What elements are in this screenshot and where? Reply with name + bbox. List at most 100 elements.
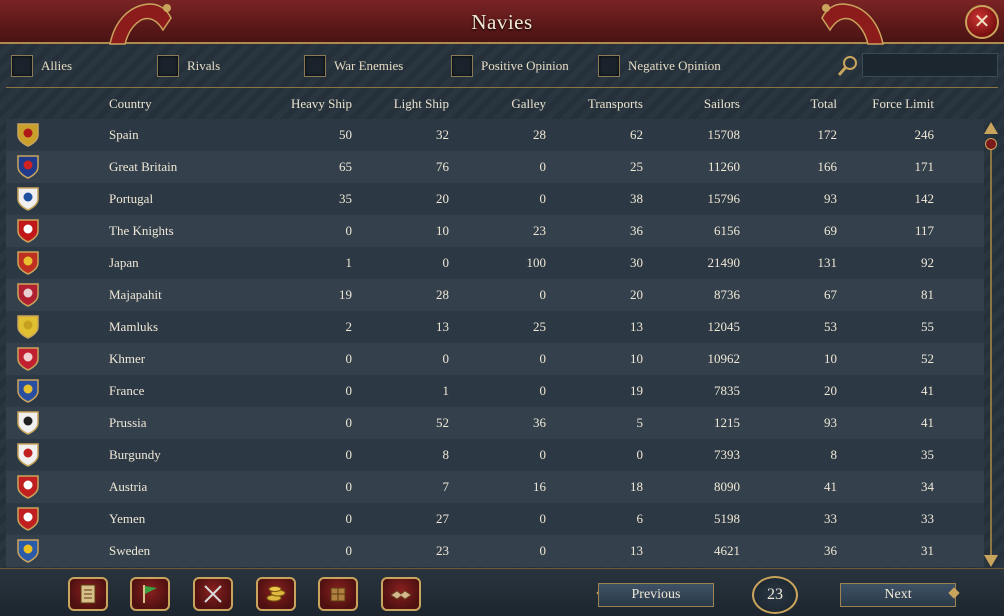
total-cell: 33 (824, 511, 837, 526)
column-header-sailors[interactable]: Sailors (640, 96, 740, 112)
country-name[interactable]: Portugal (109, 191, 153, 207)
scroll-up-arrow-icon[interactable] (984, 122, 998, 134)
country-flag-shield-icon[interactable] (16, 538, 40, 564)
table-row[interactable]: Sweden 0 23 0 13 4621 36 31 (6, 535, 984, 567)
transports-cell: 19 (630, 383, 643, 398)
country-name[interactable]: France (109, 383, 144, 399)
country-flag-shield-icon[interactable] (16, 154, 40, 180)
heavy-ship-cell: 0 (345, 415, 353, 430)
light-ship-cell: 8 (442, 447, 450, 462)
ledger-button[interactable] (68, 577, 108, 611)
sailors-cell: 8090 (714, 479, 740, 494)
country-name[interactable]: Spain (109, 127, 139, 143)
light-ship-cell: 23 (436, 543, 449, 558)
country-flag-shield-icon[interactable] (16, 218, 40, 244)
country-name[interactable]: Majapahit (109, 287, 162, 303)
trade-crate-icon (330, 587, 346, 602)
column-header-country[interactable]: Country (109, 96, 152, 112)
filter-negative-opinion[interactable]: Negative Opinion (598, 54, 721, 78)
country-flag-shield-icon[interactable] (16, 410, 40, 436)
country-flag-shield-icon[interactable] (16, 442, 40, 468)
filter-label: War Enemies (334, 58, 404, 73)
column-header-heavy-ship[interactable]: Heavy Ship (246, 96, 352, 112)
filter-positive-opinion[interactable]: Positive Opinion (451, 54, 569, 78)
column-header-force-limit[interactable]: Force Limit (834, 96, 934, 112)
table-row[interactable]: Portugal 35 20 0 38 15796 93 142 (6, 183, 984, 215)
relations-button[interactable] (381, 577, 421, 611)
galley-cell: 0 (539, 287, 547, 302)
force-limit-cell: 55 (921, 319, 934, 334)
scroll-thumb[interactable] (985, 138, 997, 150)
table-row[interactable]: Spain 50 32 28 62 15708 172 246 (6, 119, 984, 151)
close-button[interactable]: ✕ (965, 5, 999, 39)
table-row[interactable]: Burgundy 0 8 0 0 7393 8 35 (6, 439, 984, 471)
galley-cell: 0 (539, 447, 547, 462)
transports-cell: 6 (636, 511, 644, 526)
country-name[interactable]: Sweden (109, 543, 150, 559)
rivals-checkbox[interactable] (157, 55, 179, 77)
country-flag-shield-icon[interactable] (16, 186, 40, 212)
country-flag-shield-icon[interactable] (16, 474, 40, 500)
table-row[interactable]: France 0 1 0 19 7835 20 41 (6, 375, 984, 407)
column-header-transports[interactable]: Transports (543, 96, 643, 112)
force-limit-cell: 34 (921, 479, 934, 494)
country-flag-shield-icon[interactable] (16, 250, 40, 276)
country-name[interactable]: The Knights (109, 223, 174, 239)
column-header-galley[interactable]: Galley (446, 96, 546, 112)
positive-opinion-checkbox[interactable] (451, 55, 473, 77)
table-row[interactable]: Prussia 0 52 36 5 1215 93 41 (6, 407, 984, 439)
country-name[interactable]: Yemen (109, 511, 145, 527)
vertical-scrollbar[interactable] (984, 122, 998, 567)
total-cell: 67 (824, 287, 837, 302)
diplomacy-flag-button[interactable] (130, 577, 170, 611)
country-name[interactable]: Mamluks (109, 319, 158, 335)
search-input[interactable] (862, 53, 998, 77)
country-name[interactable]: Khmer (109, 351, 145, 367)
country-name[interactable]: Great Britain (109, 159, 177, 175)
country-name[interactable]: Japan (109, 255, 139, 271)
table-row[interactable]: Majapahit 19 28 0 20 8736 67 81 (6, 279, 984, 311)
force-limit-cell: 92 (921, 255, 934, 270)
force-limit-cell: 171 (914, 159, 935, 174)
transports-cell: 13 (630, 543, 643, 558)
trade-button[interactable] (318, 577, 358, 611)
force-limit-cell: 31 (921, 543, 934, 558)
economy-button[interactable] (256, 577, 296, 611)
flag-icon (143, 585, 157, 603)
table-row[interactable]: Khmer 0 0 0 10 10962 10 52 (6, 343, 984, 375)
war-enemies-checkbox[interactable] (304, 55, 326, 77)
country-name[interactable]: Austria (109, 479, 147, 495)
filter-war-enemies[interactable]: War Enemies (304, 54, 403, 78)
table-row[interactable]: The Knights 0 10 23 36 6156 69 117 (6, 215, 984, 247)
total-cell: 131 (817, 255, 838, 270)
force-limit-cell: 52 (921, 351, 934, 366)
heavy-ship-cell: 0 (345, 543, 353, 558)
column-header-total[interactable]: Total (737, 96, 837, 112)
negative-opinion-checkbox[interactable] (598, 55, 620, 77)
allies-checkbox[interactable] (11, 55, 33, 77)
country-flag-shield-icon[interactable] (16, 122, 40, 148)
scroll-track[interactable] (990, 142, 992, 557)
country-flag-shield-icon[interactable] (16, 314, 40, 340)
table-row[interactable]: Great Britain 65 76 0 25 11260 166 171 (6, 151, 984, 183)
country-flag-shield-icon[interactable] (16, 506, 40, 532)
table-row[interactable]: Japan 1 0 100 30 21490 131 92 (6, 247, 984, 279)
country-name[interactable]: Burgundy (109, 447, 161, 463)
country-flag-shield-icon[interactable] (16, 282, 40, 308)
crossed-swords-icon (204, 585, 222, 603)
filter-allies[interactable]: Allies (11, 54, 72, 78)
column-header-light-ship[interactable]: Light Ship (346, 96, 449, 112)
country-name[interactable]: Prussia (109, 415, 147, 431)
scroll-down-arrow-icon[interactable] (984, 555, 998, 567)
country-flag-shield-icon[interactable] (16, 378, 40, 404)
table-row[interactable]: Mamluks 2 13 25 13 12045 53 55 (6, 311, 984, 343)
transports-cell: 36 (630, 223, 643, 238)
filter-rivals[interactable]: Rivals (157, 54, 220, 78)
previous-page-button[interactable]: Previous (598, 583, 714, 607)
country-flag-shield-icon[interactable] (16, 346, 40, 372)
table-row[interactable]: Austria 0 7 16 18 8090 41 34 (6, 471, 984, 503)
military-button[interactable] (193, 577, 233, 611)
sailors-cell: 10962 (707, 351, 741, 366)
table-row[interactable]: Yemen 0 27 0 6 5198 33 33 (6, 503, 984, 535)
next-page-button[interactable]: Next (840, 583, 956, 607)
